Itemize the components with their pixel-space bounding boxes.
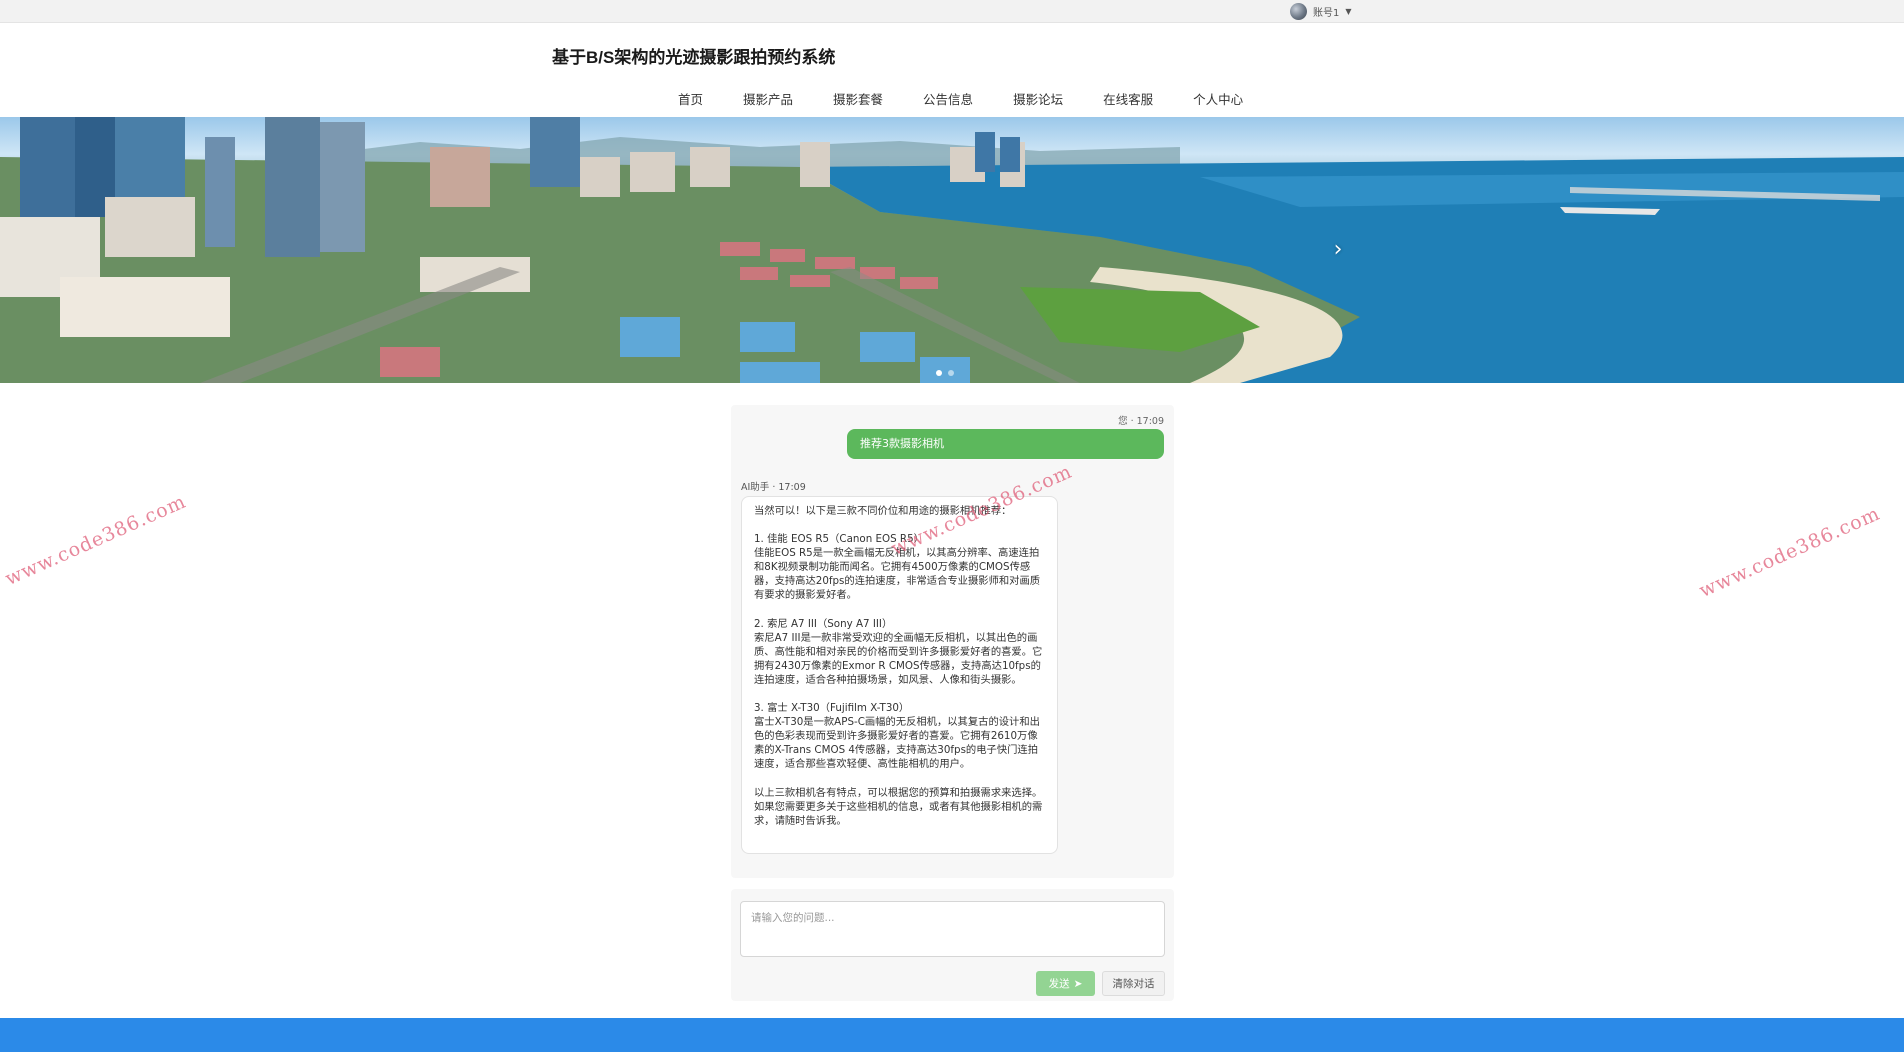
chat-history-panel: 您 · 17:09 推荐3款摄影相机 AI助手 · 17:09 当然可以！以下是…	[731, 405, 1174, 878]
send-button-label: 发送	[1048, 978, 1070, 990]
watermark-left: www.code386.com	[2, 490, 190, 591]
top-account-bar: 账号1 ▼	[0, 0, 1904, 23]
send-button[interactable]: 发送 ➤	[1036, 971, 1095, 996]
carousel-dot-2[interactable]	[948, 370, 954, 376]
user-message-meta: 您 · 17:09	[1118, 416, 1164, 427]
ai-paragraph-sony: 2. 索尼 A7 III（Sony A7 III） 索尼A7 III是一款非常受…	[754, 617, 1043, 686]
nav-item-products[interactable]: 摄影产品	[723, 88, 813, 112]
nav-item-home[interactable]: 首页	[658, 88, 723, 112]
carousel-dots	[936, 370, 954, 376]
banner-carousel: ›	[0, 117, 1904, 383]
banner-cityscape-image	[0, 117, 1904, 383]
nav-item-personal-center[interactable]: 个人中心	[1173, 88, 1263, 112]
watermark-right: www.code386.com	[1696, 502, 1884, 603]
nav-item-announcements[interactable]: 公告信息	[903, 88, 993, 112]
account-label: 账号1	[1313, 7, 1340, 19]
carousel-dot-1[interactable]	[936, 370, 942, 376]
question-input[interactable]	[740, 901, 1165, 957]
site-title: 基于B/S架构的光迹摄影跟拍预约系统	[552, 48, 836, 67]
ai-paragraph-closing: 以上三款相机各有特点，可以根据您的预算和拍摄需求来选择。如果您需要更多关于这些相…	[754, 786, 1043, 827]
account-menu[interactable]: 账号1 ▼	[1290, 2, 1352, 20]
main-nav: 首页 摄影产品 摄影套餐 公告信息 摄影论坛 在线客服 个人中心	[658, 88, 1263, 112]
ai-message-meta: AI助手 · 17:09	[741, 482, 806, 493]
caret-down-icon: ▼	[1345, 6, 1352, 16]
nav-item-online-service[interactable]: 在线客服	[1083, 88, 1173, 112]
nav-item-packages[interactable]: 摄影套餐	[813, 88, 903, 112]
chevron-right-icon[interactable]: ›	[1325, 237, 1351, 263]
nav-item-forum[interactable]: 摄影论坛	[993, 88, 1083, 112]
user-message-bubble: 推荐3款摄影相机	[847, 429, 1164, 459]
ai-paragraph-fujifilm: 3. 富士 X-T30（Fujifilm X-T30） 富士X-T30是一款AP…	[754, 702, 1040, 771]
footer-bar	[0, 1018, 1904, 1052]
clear-conversation-button[interactable]: 清除对话	[1102, 971, 1165, 996]
avatar	[1290, 2, 1307, 20]
chat-input-panel: 发送 ➤ 清除对话	[731, 889, 1174, 1001]
paper-plane-icon: ➤	[1073, 977, 1083, 990]
